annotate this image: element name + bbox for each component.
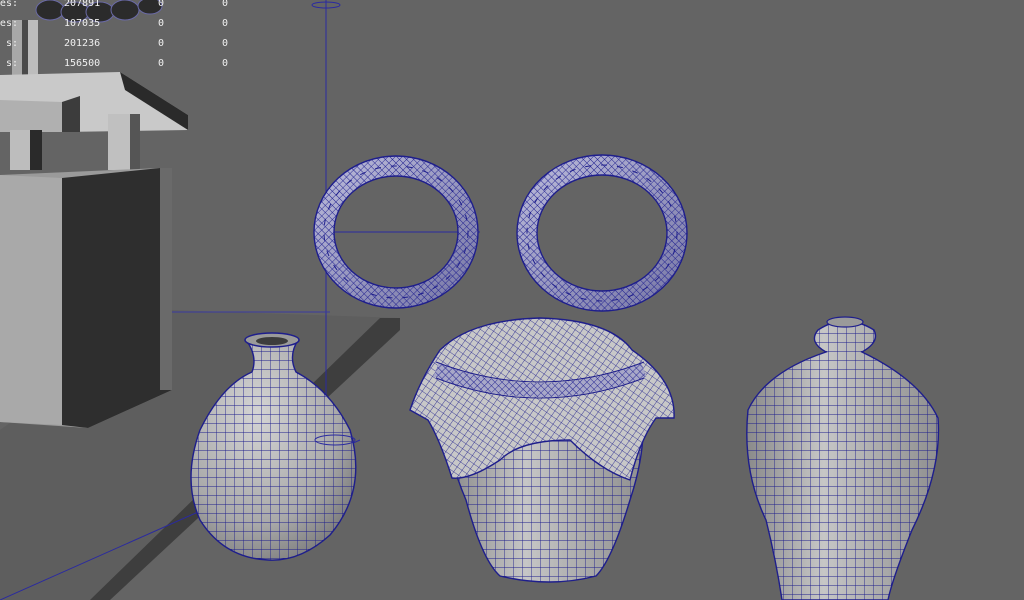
- hud-value: 156500: [64, 58, 101, 69]
- scene-canvas[interactable]: [0, 0, 1024, 600]
- tall-vase[interactable]: [746, 316, 940, 600]
- covered-jar[interactable]: [409, 317, 675, 583]
- hud-triangles: 0: [222, 58, 229, 69]
- hud-row-faces: ces: 107035 0 0: [0, 14, 240, 34]
- hud-row-edges: ges: 207891 0 0: [0, 0, 240, 14]
- hud-row-tris: s: 201236 0 0: [0, 34, 240, 54]
- hud-label: ges:: [0, 0, 18, 9]
- hud-selected: 0: [158, 38, 165, 49]
- hud-value: 201236: [64, 38, 101, 49]
- hud-triangles: 0: [222, 38, 229, 49]
- hud-label: s:: [5, 58, 18, 69]
- hud-label: s:: [5, 38, 18, 49]
- hud-label: ces:: [0, 18, 18, 29]
- hud-selected: 0: [158, 58, 165, 69]
- hud-triangles: 0: [222, 18, 229, 29]
- rope-ring-right[interactable]: [516, 154, 688, 312]
- hud-row-uvs: s: 156500 0 0: [0, 54, 240, 74]
- 3d-viewport[interactable]: ges: 207891 0 0 ces: 107035 0 0 s: 20123…: [0, 0, 1024, 600]
- poly-count-hud: ges: 207891 0 0 ces: 107035 0 0 s: 20123…: [0, 0, 240, 74]
- hud-value: 107035: [64, 18, 101, 29]
- hud-selected: 0: [158, 0, 165, 9]
- hud-selected: 0: [158, 18, 165, 29]
- hud-triangles: 0: [222, 0, 229, 9]
- hud-value: 207891: [64, 0, 101, 9]
